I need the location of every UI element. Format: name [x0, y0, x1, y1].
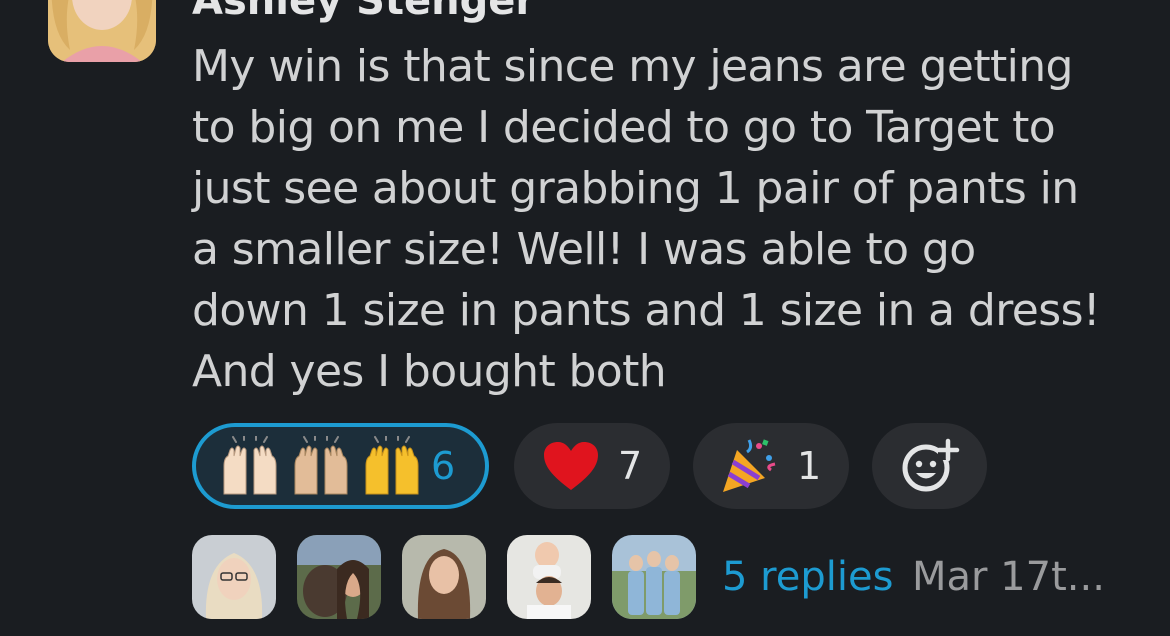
party-popper-icon	[723, 439, 776, 492]
reaction-count: 7	[618, 444, 643, 488]
reaction-raised-hands[interactable]: 6	[192, 423, 489, 509]
reply-avatar[interactable]	[507, 535, 591, 619]
add-reaction-icon	[902, 438, 959, 492]
raised-hands-yellow-icon	[365, 436, 419, 495]
add-reaction-button[interactable]	[872, 423, 987, 509]
thread-timestamp: Mar 17t...	[912, 554, 1105, 600]
replies-link[interactable]: 5 replies	[722, 554, 893, 600]
reaction-count: 1	[797, 444, 822, 488]
raised-hands-medium-light-icon	[294, 436, 348, 495]
reaction-count: 6	[431, 444, 456, 488]
author-avatar[interactable]	[48, 0, 156, 62]
message-text: My win is that since my jeans are gettin…	[192, 41, 1101, 397]
reply-avatar[interactable]	[402, 535, 486, 619]
reply-avatar[interactable]	[297, 535, 381, 619]
heart-icon	[544, 442, 598, 490]
raised-hands-light-icon	[223, 436, 277, 495]
author-name[interactable]: Ashley Stenger	[192, 0, 535, 24]
reply-avatar[interactable]	[612, 535, 696, 619]
reaction-heart[interactable]: 7	[514, 423, 670, 509]
reply-avatar[interactable]	[192, 535, 276, 619]
reaction-party-popper[interactable]: 1	[693, 423, 849, 509]
